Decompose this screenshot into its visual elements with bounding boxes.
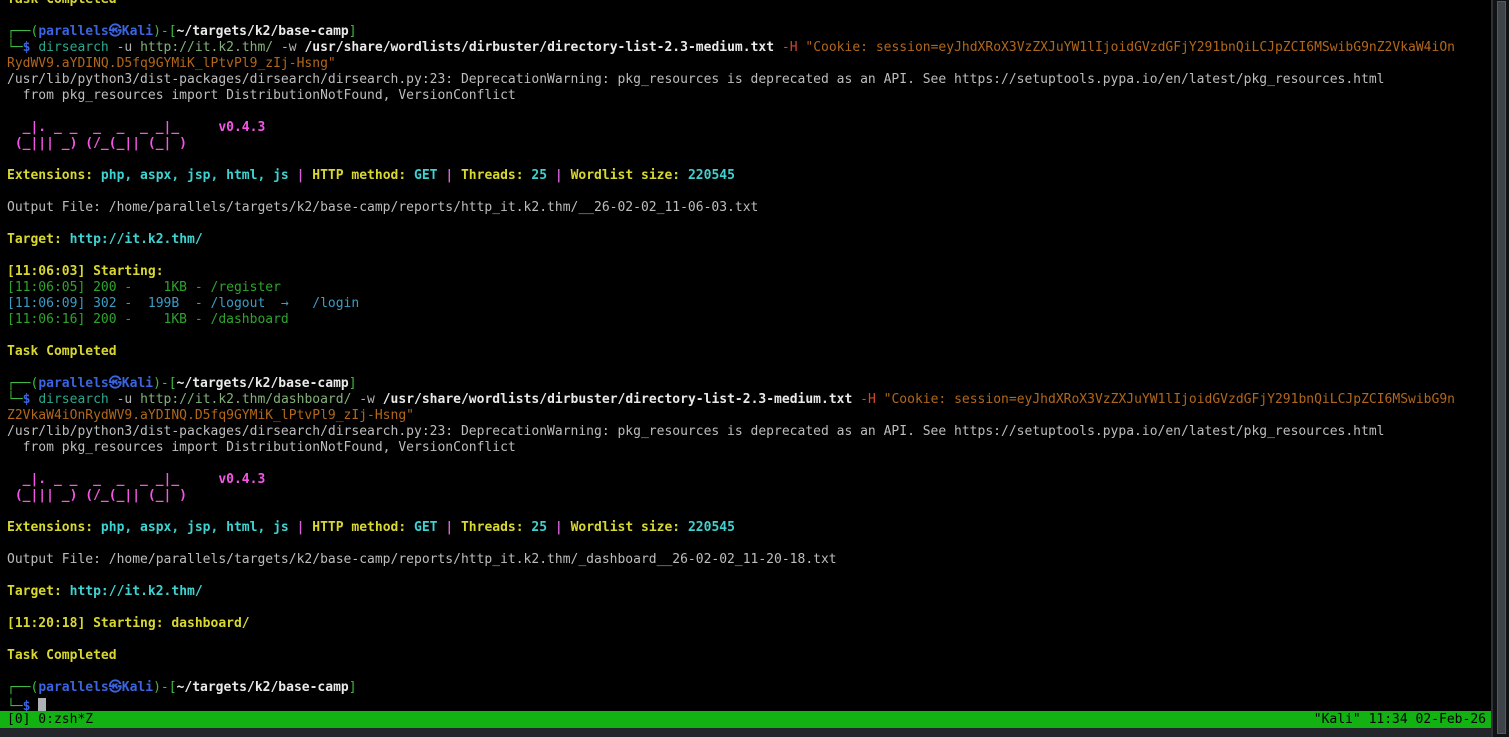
shell-prompt: ┌──(parallels㉿Kali)-[~/targets/k2/base-c… (7, 24, 1491, 40)
version-label: v0.4.3 (218, 472, 265, 487)
cookie-wrap-line: Z2VkaW4iOnRydWV9.aYDINQ.D5fq9GYMiK_lPtvP… (7, 408, 1491, 424)
status-right: "Kali" 11:34 02-Feb-26 (1314, 711, 1486, 728)
logo-art: _|. _ _ _ _ _ _|_ (7, 120, 179, 135)
cookie-wrap-line: RydWV9.aYDINQ.D5fq9GYMiK_lPtvPl9_zIj-Hsn… (7, 56, 1491, 72)
terminal-output: Task Completed ┌──(parallels㉿Kali)-[~/ta… (7, 0, 1491, 711)
prompt-cwd: ~/targets/k2/base-camp (177, 376, 349, 391)
prompt-frame: └─ (7, 40, 23, 55)
scrollbar[interactable] (1491, 0, 1509, 737)
prompt-cwd: ~/targets/k2/base-camp (177, 680, 349, 695)
blank-line (7, 328, 1491, 344)
deprecation-warning: /usr/lib/python3/dist-packages/dirsearch… (7, 72, 1491, 88)
output-file-line: Output File: /home/parallels/targets/k2/… (7, 552, 1491, 568)
dirsearch-logo: (_||| _) (/_(_|| (_| ) (7, 136, 1491, 152)
target-line: Target: http://it.k2.thm/ (7, 584, 1491, 600)
blank-line (7, 152, 1491, 168)
prompt-user-host: parallels㉿Kali (38, 376, 153, 391)
cookie-header-string: "Cookie: session=eyJhdXRoX3VzZXJuYW1lIjo… (805, 40, 1455, 55)
blank-line (7, 104, 1491, 120)
blank-line (7, 8, 1491, 24)
flag-w: -w (281, 40, 297, 55)
scrollbar-thumb[interactable] (1497, 1, 1506, 734)
prompt-frame: ] (349, 24, 357, 39)
wordlist-path: /usr/share/wordlists/dirbuster/directory… (383, 392, 853, 407)
dirsearch-logo: (_||| _) (/_(_|| (_| ) (7, 488, 1491, 504)
starting-line: [11:06:03] Starting: (7, 264, 1491, 280)
blank-line (7, 360, 1491, 376)
prompt-dollar: $ (23, 699, 31, 711)
command-line: └─$ dirsearch -u http://it.k2.thm/dashbo… (7, 392, 1491, 408)
blank-line (7, 248, 1491, 264)
dirsearch-logo: _|. _ _ _ _ _ _|_ v0.4.3 (7, 120, 1491, 136)
prompt-frame: )-[ (153, 376, 176, 391)
tmux-window-item[interactable]: [0] 0:zsh*Z (7, 711, 93, 728)
blank-line (7, 664, 1491, 680)
window-bottom-edge (0, 728, 1491, 737)
prompt-user-host: parallels㉿Kali (38, 24, 153, 39)
blank-line (7, 184, 1491, 200)
flag-w: -w (359, 392, 375, 407)
active-prompt-line: └─$ (7, 696, 1491, 711)
prompt-frame: └─ (7, 392, 23, 407)
prompt-frame: ] (349, 376, 357, 391)
logo-art: (_||| _) (/_(_|| (_| ) (7, 488, 187, 503)
import-warning: from pkg_resources import DistributionNo… (7, 440, 1491, 456)
scan-config-line: Extensions: php, aspx, jsp, html, js | H… (7, 168, 1491, 184)
blank-line (7, 568, 1491, 584)
dirsearch-logo: _|. _ _ _ _ _ _|_ v0.4.3 (7, 472, 1491, 488)
terminal-cursor (38, 698, 46, 711)
prompt-frame: └─ (7, 699, 23, 711)
blank-line (7, 216, 1491, 232)
terminal-screen[interactable]: Task Completed ┌──(parallels㉿Kali)-[~/ta… (0, 0, 1491, 711)
command-line: └─$ dirsearch -u http://it.k2.thm/ -w /u… (7, 40, 1491, 56)
task-completed-label: Task Completed (7, 344, 1491, 360)
session-name: "Kali" (1314, 712, 1361, 727)
task-completed-label: Task Completed (7, 0, 1491, 8)
date: 02-Feb-26 (1416, 712, 1486, 727)
result-line: [11:06:09] 302 - 199B - /logout → /login (7, 296, 1491, 312)
deprecation-warning: /usr/lib/python3/dist-packages/dirsearch… (7, 424, 1491, 440)
result-line: [11:06:05] 200 - 1KB - /register (7, 280, 1491, 296)
flag-u: -u (117, 40, 133, 55)
cookie-header-string: "Cookie: session=eyJhdXRoX3VzZXJuYW1lIjo… (884, 392, 1455, 407)
prompt-frame: ┌──( (7, 24, 38, 39)
flag-h: -H (860, 392, 876, 407)
shell-prompt: ┌──(parallels㉿Kali)-[~/targets/k2/base-c… (7, 376, 1491, 392)
prompt-cwd: ~/targets/k2/base-camp (177, 24, 349, 39)
logo-art: (_||| _) (/_(_|| (_| ) (7, 136, 187, 151)
target-url-arg: http://it.k2.thm/dashboard/ (140, 392, 351, 407)
blank-line (7, 536, 1491, 552)
prompt-dollar: $ (23, 392, 31, 407)
task-completed-label: Task Completed (7, 648, 1491, 664)
prompt-frame: )-[ (153, 24, 176, 39)
blank-line (7, 632, 1491, 648)
starting-line: [11:20:18] Starting: dashboard/ (7, 616, 1491, 632)
prompt-frame: )-[ (153, 680, 176, 695)
clock: 11:34 (1369, 712, 1408, 727)
target-line: Target: http://it.k2.thm/ (7, 232, 1491, 248)
prompt-dollar: $ (23, 40, 31, 55)
tmux-status-bar: [0] 0:zsh*Z "Kali" 11:34 02-Feb-26 (0, 711, 1491, 728)
version-label: v0.4.3 (218, 120, 265, 135)
blank-line (7, 504, 1491, 520)
command-program: dirsearch (38, 40, 108, 55)
prompt-user-host: parallels㉿Kali (38, 680, 153, 695)
command-program: dirsearch (38, 392, 108, 407)
scan-config-line: Extensions: php, aspx, jsp, html, js | H… (7, 520, 1491, 536)
prompt-frame: ] (349, 680, 357, 695)
blank-line (7, 600, 1491, 616)
result-line: [11:06:16] 200 - 1KB - /dashboard (7, 312, 1491, 328)
blank-line (7, 456, 1491, 472)
import-warning: from pkg_resources import DistributionNo… (7, 88, 1491, 104)
prompt-frame: ┌──( (7, 680, 38, 695)
target-url-arg: http://it.k2.thm/ (140, 40, 273, 55)
flag-u: -u (117, 392, 133, 407)
prompt-frame: ┌──( (7, 376, 38, 391)
logo-art: _|. _ _ _ _ _ _|_ (7, 472, 179, 487)
wordlist-path: /usr/share/wordlists/dirbuster/directory… (304, 40, 774, 55)
shell-prompt: ┌──(parallels㉿Kali)-[~/targets/k2/base-c… (7, 680, 1491, 696)
output-file-line: Output File: /home/parallels/targets/k2/… (7, 200, 1491, 216)
flag-h: -H (782, 40, 798, 55)
